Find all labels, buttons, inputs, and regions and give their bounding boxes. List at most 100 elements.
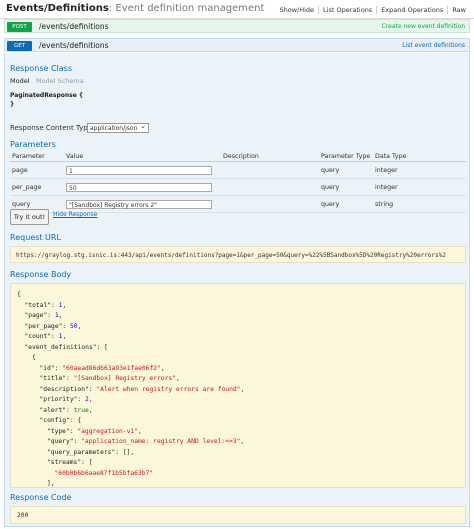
response-body-line: "type": "aggregation-v1", [47, 427, 142, 438]
try-it-out-button[interactable]: Try it out! [10, 209, 49, 225]
response-body-token: "query_parameters" [47, 448, 116, 456]
response-code-box: 200 [10, 506, 466, 524]
page-input[interactable]: 1 [66, 165, 212, 175]
response-body-line: "count": 1, [25, 332, 67, 343]
table-row: per_page 50 query integer [10, 178, 466, 196]
response-body-line: "description": "Alert when registry erro… [40, 385, 245, 396]
response-body-line: "page": 1, [25, 311, 63, 322]
get-endpoint-bar[interactable]: GET /events/definitions List event defin… [4, 38, 470, 52]
col-parameter: Parameter [10, 151, 64, 162]
response-body-token: "total" [24, 301, 52, 309]
param-type: query [319, 161, 373, 179]
response-body-token: "config" [39, 417, 70, 424]
api-title-description: : Event definition management [108, 3, 265, 14]
table-row: page 1 query integer [10, 161, 466, 179]
response-body-token: : [73, 438, 82, 445]
response-body-token: "[Sandbox] Registry errors" [73, 375, 176, 382]
response-body-token: "count" [24, 333, 52, 340]
get-endpoint-path[interactable]: /events/definitions [39, 41, 109, 50]
get-endpoint-description[interactable]: List event definitions [402, 42, 465, 49]
request-url-heading: Request URL [10, 233, 61, 242]
response-body-line: "config": { [40, 416, 82, 427]
param-type: query [319, 178, 373, 196]
response-body-token: "type" [47, 427, 70, 435]
response-body-token: : [], [115, 448, 135, 456]
param-value-cell: 1 [64, 161, 221, 179]
model-name: PaginatedResponse { [10, 92, 84, 99]
response-body-token: : [47, 312, 55, 319]
response-body-token: : [66, 406, 74, 414]
response-body-token: "id" [39, 364, 55, 372]
post-endpoint-description[interactable]: Create new event definition [382, 23, 465, 30]
response-body-token: , [176, 375, 180, 382]
api-header: Events/Definitions: Event definition man… [0, 0, 474, 19]
per-page-input[interactable]: 50 [66, 182, 212, 192]
response-body-token: "application_name: registry AND level:<=… [81, 438, 241, 445]
param-type: query [319, 195, 373, 213]
response-body-token: : [77, 396, 86, 403]
request-url-box: https://graylog.stg.isnic.is:443/api/eve… [10, 246, 466, 263]
content-type-value: application/json [90, 125, 138, 132]
response-body-token: { [32, 354, 36, 361]
response-body-box: {"total": 1, "page": 1, "per_page": 50, "co… [10, 283, 466, 488]
response-body-token: "query" [47, 438, 74, 445]
response-body-line: { [17, 290, 21, 301]
raw-link[interactable]: Raw [447, 6, 470, 14]
response-body-token: true [73, 406, 89, 414]
response-body-line: "priority": 2, [40, 395, 93, 406]
post-endpoint-path[interactable]: /events/definitions [39, 22, 109, 31]
header-links: Show/Hide List Operations Expand Operation… [275, 6, 470, 14]
response-body-token: : [62, 322, 71, 330]
response-body-token: "title" [39, 375, 67, 382]
post-endpoint-bar[interactable]: POST /events/definitions Create new even… [4, 19, 470, 33]
response-body-token: , [240, 438, 245, 445]
param-description [221, 195, 319, 213]
response-body-token: "page" [24, 312, 48, 319]
show-hide-link[interactable]: Show/Hide [275, 6, 318, 14]
response-code-heading: Response Code [10, 493, 72, 502]
hide-response-link[interactable]: Hide Response [53, 211, 97, 218]
response-body-line: "query_parameters": [], [47, 448, 134, 459]
response-body-line: "query": "application_name: registry AND… [47, 437, 244, 448]
parameters-header-row: Parameter Value Description Parameter Ty… [10, 151, 466, 162]
response-body-token: "60aead86d663a93e1fae06f2" [62, 364, 161, 372]
response-body-token: "event_definitions" [24, 343, 97, 351]
parameters-heading: Parameters [10, 140, 56, 149]
param-value-cell: "[Sandbox] Registry errors 2" [64, 195, 221, 213]
response-body-token: "aggregation-v1" [77, 427, 139, 435]
table-row: query "[Sandbox] Registry errors 2" quer… [10, 195, 466, 213]
get-method-badge[interactable]: GET [7, 41, 32, 51]
model-tab[interactable]: Model [10, 77, 30, 85]
response-body-token: "streams" [47, 459, 82, 466]
param-name: per_page [10, 178, 64, 196]
response-body-token: , [62, 301, 67, 309]
response-body-token: ], [47, 480, 55, 487]
model-schema-tab[interactable]: Model Schema [36, 77, 84, 85]
response-body-token: 50 [70, 322, 78, 330]
response-body-line: "per_page": 50, [25, 322, 82, 333]
response-body-line: "id": "60aead86d663a93e1fae06f2", [40, 364, 165, 375]
response-body-token: , [88, 406, 93, 414]
content-type-select[interactable]: application/json [87, 121, 149, 133]
list-operations-link[interactable]: List Operations [318, 6, 377, 14]
col-parameter-type: Parameter Type [319, 151, 373, 162]
post-method-badge[interactable]: POST [7, 22, 32, 32]
content-type-label: Response Content Type [10, 124, 92, 132]
param-name: page [10, 161, 64, 179]
api-title[interactable]: Events/Definitions: Event definition man… [6, 3, 264, 14]
response-body-line: "title": "[Sandbox] Registry errors", [40, 374, 180, 385]
col-description: Description [221, 151, 319, 162]
response-body-token: , [240, 385, 245, 393]
param-data-type: integer [373, 161, 466, 179]
api-title-name[interactable]: Events/Definitions [6, 3, 109, 14]
response-body-token: "per_page" [24, 322, 63, 330]
response-body-token: "alert" [39, 406, 67, 414]
response-body-line: "total": 1, [25, 301, 67, 312]
query-input[interactable]: "[Sandbox] Registry errors 2" [66, 199, 212, 209]
response-body-line: { [32, 353, 36, 364]
expand-operations-link[interactable]: Expand Operations [376, 6, 448, 14]
model-close-brace: } [10, 101, 15, 108]
response-body-line: "60b0b6b6aae87f1b5bfa63b7" [55, 469, 154, 480]
response-body-token: "description" [39, 385, 89, 393]
response-body-line: "streams": [ [47, 458, 93, 469]
